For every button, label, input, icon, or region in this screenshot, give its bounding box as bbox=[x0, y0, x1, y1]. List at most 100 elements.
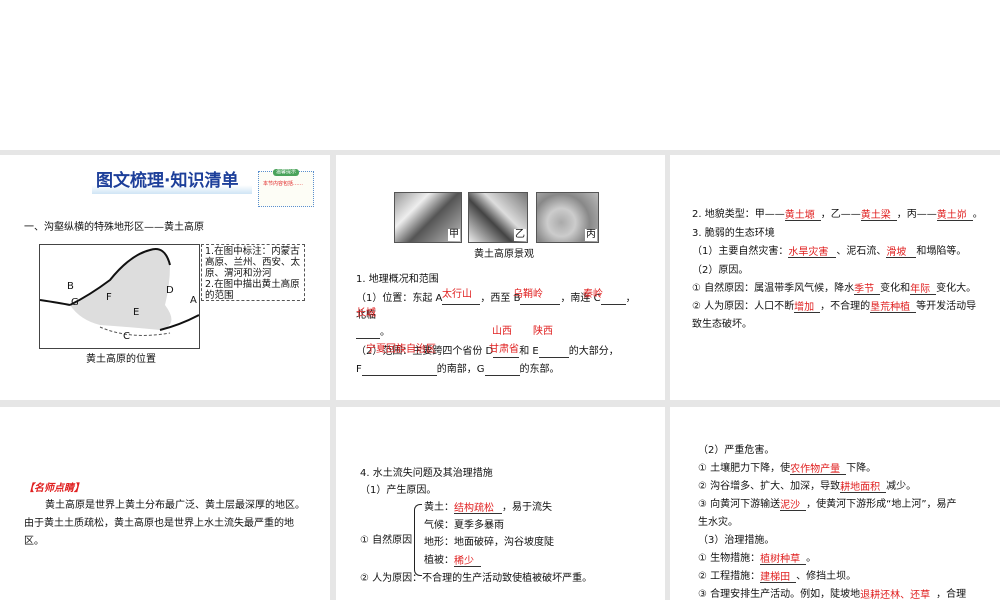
text-line: ② 沟谷增多、扩大、加深，导致耕地面积 减少。 bbox=[698, 481, 916, 493]
photo-label: 乙 bbox=[514, 229, 526, 241]
map-drawing bbox=[39, 248, 200, 336]
loess-plateau-map: B G F E D A C bbox=[39, 244, 200, 349]
answer: 黄土梁 bbox=[860, 210, 897, 221]
task-line: 的范围 bbox=[205, 290, 234, 301]
answer: 结构疏松 bbox=[454, 503, 502, 514]
answer: 泥沙 bbox=[780, 500, 807, 511]
task-line: 高原、兰州、西安、太 bbox=[205, 257, 301, 268]
text: （3）治理措施。 bbox=[698, 535, 775, 546]
text: （2）严重危害。 bbox=[698, 445, 775, 456]
map-label-a: A bbox=[190, 295, 197, 306]
text: （1）产生原因。 bbox=[360, 485, 437, 496]
text: （2）原因。 bbox=[692, 265, 749, 276]
answer: 退耕还林、还草 bbox=[860, 590, 936, 600]
text: 的大部分， bbox=[568, 346, 619, 357]
text: 2. 地貌类型：甲—— bbox=[692, 209, 785, 220]
text: 和 E bbox=[519, 346, 539, 357]
answer: 太行山 bbox=[442, 289, 472, 300]
text: ③ 合理安排生产活动。例如，陡坡地 bbox=[698, 589, 861, 600]
text-line: （1）主要自然灾害：水旱灾害 、泥石流、滑坡 和塌陷等。 bbox=[692, 246, 966, 258]
text: ① 自然原因：属温带季风气候，降水 bbox=[692, 283, 855, 294]
text: ① 生物措施： bbox=[698, 553, 761, 564]
blank bbox=[600, 294, 626, 305]
answer: 宁夏回族自治区 bbox=[366, 344, 436, 355]
blank bbox=[361, 365, 437, 376]
text: ② 人为原因：人口不断 bbox=[692, 301, 795, 312]
subheading: 4. 水土流失问题及其治理措施 bbox=[360, 468, 493, 479]
text-line: 黄土：结构疏松 ，易于流失 bbox=[424, 502, 552, 514]
blank bbox=[538, 347, 569, 358]
slide-5: 4. 水土流失问题及其治理措施 （1）产生原因。 ① 自然原因 黄土：结构疏松，… bbox=[336, 407, 665, 600]
text-line: F 的南部，G 的东部。 bbox=[356, 364, 560, 376]
answer: 耕地面积 bbox=[840, 482, 887, 493]
answer: 农作物产量 bbox=[790, 464, 847, 475]
note-tag: 温馨提示 bbox=[273, 169, 300, 176]
photo-label: 丙 bbox=[585, 229, 597, 241]
text: 植被： bbox=[424, 555, 454, 566]
text: 的东部。 bbox=[519, 364, 560, 375]
photo-bing: 丙 bbox=[536, 192, 599, 243]
text-line: 。 bbox=[356, 327, 390, 339]
photo-yi: 乙 bbox=[468, 192, 528, 243]
subheading: 1. 地理概况和范围 bbox=[356, 274, 439, 285]
blank bbox=[484, 365, 520, 376]
text: 、修挡土坝。 bbox=[796, 571, 857, 582]
answer: 垦荒种植 bbox=[870, 302, 917, 313]
paragraph-line: 黄土高原是世界上黄土分布最广泛、黄土层最深厚的地区。 bbox=[45, 500, 305, 511]
answer: 黄土峁 bbox=[936, 210, 973, 221]
task-box: 1.在图中标注：内蒙古 高原、兰州、西安、太 原、渭河和汾河 2.在图中描出黄土… bbox=[201, 244, 305, 301]
text: 和塌陷等。 bbox=[916, 246, 967, 257]
text: ，乙—— bbox=[820, 209, 861, 220]
text: ② 工程措施： bbox=[698, 571, 761, 582]
answer: 山西 bbox=[492, 326, 512, 337]
text-line: ② 工程措施：建梯田 、修挡土坝。 bbox=[698, 571, 856, 583]
text: 。 bbox=[380, 327, 390, 338]
text: 致生态破坏。 bbox=[692, 319, 752, 330]
text: 地形：地面破碎，沟谷坡度陡 bbox=[424, 537, 554, 548]
map-label-e: E bbox=[133, 307, 140, 318]
slide-title: 图文梳理·知识清单 bbox=[96, 171, 239, 191]
text: 减少。 bbox=[886, 481, 917, 492]
text: ① 土壤肥力下降，使 bbox=[698, 463, 791, 474]
answer: 植树种草 bbox=[760, 554, 807, 565]
text: ，使黄河下游形成“地上河”，易产 bbox=[806, 499, 957, 510]
photo-caption: 黄土高原景观 bbox=[474, 249, 534, 260]
text: ，合理 bbox=[936, 589, 967, 600]
answer: 稀少 bbox=[454, 556, 481, 567]
answer: 水旱灾害 bbox=[788, 247, 837, 258]
text: ，不合理的 bbox=[820, 301, 871, 312]
map-label-b: B bbox=[67, 281, 74, 292]
answer: 增加 bbox=[794, 302, 821, 313]
text: ③ 向黄河下游输送 bbox=[698, 499, 781, 510]
answer: 甘肃省 bbox=[489, 344, 519, 355]
slide-6: （2）严重危害。 ① 土壤肥力下降，使农作物产量 下降。 ② 沟谷增多、扩大、加深… bbox=[670, 407, 1000, 600]
answer: 建梯田 bbox=[760, 572, 797, 583]
map-label-f: F bbox=[106, 292, 112, 303]
text: 。 bbox=[972, 209, 983, 220]
section-heading: 一、沟壑纵横的特殊地形区——黄土高原 bbox=[24, 222, 204, 233]
slide-2: 甲 乙 丙 黄土高原景观 1. 地理概况和范围 （1）位置：东起 A ，西至 B，… bbox=[336, 155, 665, 400]
text: （1）位置：东起 A bbox=[356, 293, 443, 304]
text: 下降。 bbox=[846, 463, 877, 474]
task-line: 原、渭河和汾河 bbox=[205, 268, 272, 279]
text: 生水灾。 bbox=[698, 517, 738, 528]
answer: 滑坡 bbox=[886, 247, 917, 258]
answer: 年际 bbox=[910, 284, 937, 295]
photo-label: 甲 bbox=[448, 229, 460, 241]
text-line: ① 自然原因：属温带季风气候，降水季节 变化和年际 变化大。 bbox=[692, 283, 976, 295]
task-line: 1.在图中标注：内蒙古 bbox=[205, 246, 300, 257]
map-label-g: G bbox=[71, 297, 79, 308]
photo-jia: 甲 bbox=[394, 192, 462, 243]
text-line: ① 生物措施：植树种草。 bbox=[698, 553, 816, 565]
answer: 陕西 bbox=[533, 326, 553, 337]
answer: 秦岭 bbox=[583, 289, 603, 300]
map-caption: 黄土高原的位置 bbox=[86, 354, 156, 365]
note-text: 本节内容包括…… bbox=[263, 181, 304, 187]
text: ，易于流失 bbox=[502, 502, 552, 513]
text-line: ③ 合理安排生产活动。例如，陡坡地退耕还林、还草 ，合理 bbox=[698, 589, 966, 600]
map-label-d: D bbox=[166, 285, 174, 296]
answer: 长城 bbox=[356, 308, 376, 319]
slide-1: 图文梳理·知识清单 温馨提示 本节内容包括…… 一、沟壑纵横的特殊地形区——黄土… bbox=[0, 155, 330, 400]
slide-4: 【名师点睛】 黄土高原是世界上黄土分布最广泛、黄土层最深厚的地区。 由于黄土土质… bbox=[0, 407, 330, 600]
text: 气候：夏季多暴雨 bbox=[424, 520, 504, 531]
